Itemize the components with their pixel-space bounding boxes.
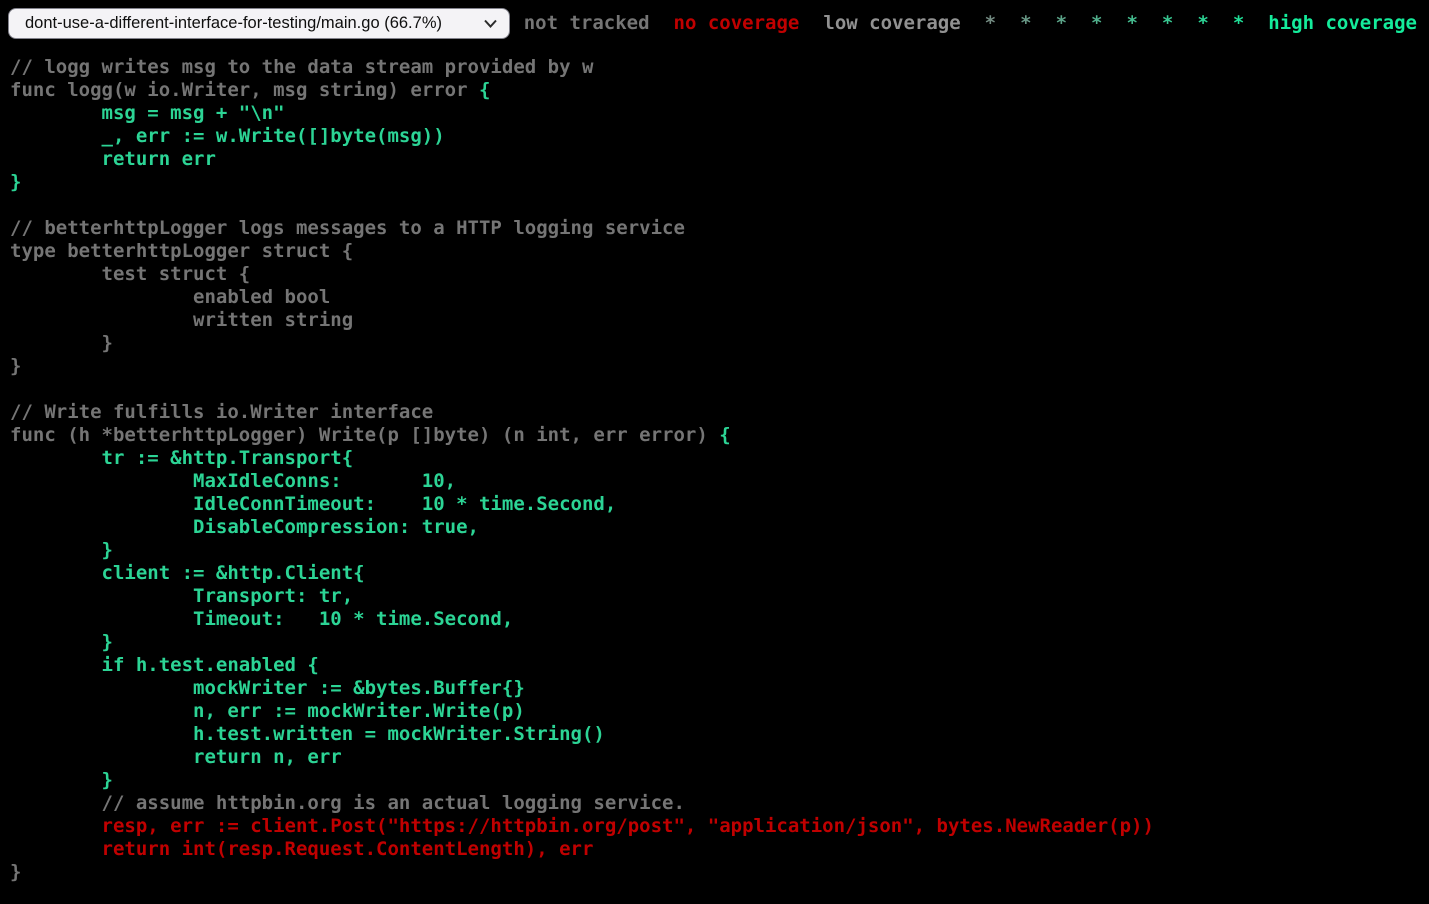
code-line: mockWriter := &bytes.Buffer{}	[10, 677, 525, 699]
code-line: }	[10, 171, 21, 193]
code-segment: msg = msg + "\n"	[10, 102, 285, 124]
code-segment: written string	[10, 309, 353, 331]
code-line: }	[10, 539, 113, 561]
code-line: }	[10, 355, 21, 377]
code-line: enabled bool	[10, 286, 330, 308]
code-segment: MaxIdleConns: 10,	[10, 470, 456, 492]
legend-scale-asterisk: *	[1020, 12, 1031, 34]
code-line: func logg(w io.Writer, msg string) error…	[10, 79, 490, 101]
code-segment: Timeout: 10 * time.Second,	[10, 608, 513, 630]
code-line: }	[10, 631, 113, 653]
code-line: tr := &http.Transport{	[10, 447, 353, 469]
code-line: Transport: tr,	[10, 585, 353, 607]
legend-not-tracked: not tracked	[524, 12, 650, 34]
code-segment: if h.test.enabled {	[10, 654, 319, 676]
chevron-down-icon	[484, 14, 497, 33]
legend-no-coverage: no coverage	[674, 12, 800, 34]
code-segment: return int(resp.Request.ContentLength), …	[10, 838, 593, 860]
code-line: // logg writes msg to the data stream pr…	[10, 56, 593, 78]
code-line: Timeout: 10 * time.Second,	[10, 608, 513, 630]
code-line: return int(resp.Request.ContentLength), …	[10, 838, 593, 860]
code-line: msg = msg + "\n"	[10, 102, 285, 124]
code-segment: resp, err := client.Post("https://httpbi…	[10, 815, 1154, 837]
legend-high-coverage: high coverage	[1268, 12, 1417, 34]
code-segment: }	[10, 332, 113, 354]
code-line: IdleConnTimeout: 10 * time.Second,	[10, 493, 616, 515]
code-line: // Write fulfills io.Writer interface	[10, 401, 433, 423]
code-line: client := &http.Client{	[10, 562, 365, 584]
code-line: // assume httpbin.org is an actual loggi…	[10, 792, 685, 814]
code-line: type betterhttpLogger struct {	[10, 240, 353, 262]
legend-scale-asterisk: *	[1091, 12, 1102, 34]
code-line: DisableCompression: true,	[10, 516, 479, 538]
file-selector[interactable]: dont-use-a-different-interface-for-testi…	[8, 8, 510, 39]
code-segment: _, err := w.Write([]byte(msg))	[10, 125, 445, 147]
code-segment: type betterhttpLogger struct {	[10, 240, 353, 262]
code-line: if h.test.enabled {	[10, 654, 319, 676]
legend-coverage-scale: * * * * * * * *	[973, 12, 1257, 34]
code-segment: {	[719, 424, 730, 446]
code-line: written string	[10, 309, 353, 331]
code-segment: }	[10, 631, 113, 653]
code-line: }	[10, 861, 21, 883]
code-segment: // logg writes msg to the data stream pr…	[10, 56, 593, 78]
code-segment: // assume httpbin.org is an actual loggi…	[10, 792, 685, 814]
legend-scale-asterisk: *	[1056, 12, 1067, 34]
code-segment: IdleConnTimeout: 10 * time.Second,	[10, 493, 616, 515]
code-segment: Transport: tr,	[10, 585, 353, 607]
code-segment: test struct {	[10, 263, 250, 285]
code-segment: return n, err	[10, 746, 342, 768]
legend-scale-asterisk: *	[1197, 12, 1208, 34]
code-segment: }	[10, 539, 113, 561]
code-segment: func (h *betterhttpLogger) Write(p []byt…	[10, 424, 719, 446]
code-segment: func logg(w io.Writer, msg string) error	[10, 79, 479, 101]
source-code-view: // logg writes msg to the data stream pr…	[0, 56, 1429, 884]
legend-low-coverage: low coverage	[823, 12, 960, 34]
code-segment: enabled bool	[10, 286, 330, 308]
code-line: resp, err := client.Post("https://httpbi…	[10, 815, 1154, 837]
code-line: func (h *betterhttpLogger) Write(p []byt…	[10, 424, 731, 446]
code-segment: }	[10, 355, 21, 377]
topbar: dont-use-a-different-interface-for-testi…	[0, 0, 1429, 46]
file-selector-value: dont-use-a-different-interface-for-testi…	[25, 14, 442, 33]
code-segment: return err	[10, 148, 216, 170]
code-line: }	[10, 769, 113, 791]
code-segment: }	[10, 769, 113, 791]
code-segment: tr := &http.Transport{	[10, 447, 353, 469]
code-segment: n, err := mockWriter.Write(p)	[10, 700, 525, 722]
code-segment: }	[10, 171, 21, 193]
code-segment: h.test.written = mockWriter.String()	[10, 723, 605, 745]
code-segment: DisableCompression: true,	[10, 516, 479, 538]
code-line: return n, err	[10, 746, 342, 768]
code-segment: }	[10, 861, 21, 883]
code-line: test struct {	[10, 263, 250, 285]
legend-scale-asterisk: *	[1126, 12, 1137, 34]
code-line: h.test.written = mockWriter.String()	[10, 723, 605, 745]
code-line: // betterhttpLogger logs messages to a H…	[10, 217, 685, 239]
code-segment: mockWriter := &bytes.Buffer{}	[10, 677, 525, 699]
code-line: n, err := mockWriter.Write(p)	[10, 700, 525, 722]
legend-scale-asterisk: *	[985, 12, 996, 34]
coverage-legend: not tracked no coverage low coverage ***…	[512, 12, 1429, 34]
code-segment: // betterhttpLogger logs messages to a H…	[10, 217, 685, 239]
legend-scale-asterisk: *	[1233, 12, 1244, 34]
code-segment: client := &http.Client{	[10, 562, 365, 584]
code-line: MaxIdleConns: 10,	[10, 470, 456, 492]
code-segment: // Write fulfills io.Writer interface	[10, 401, 433, 423]
code-line: return err	[10, 148, 216, 170]
legend-scale-asterisk: *	[1162, 12, 1173, 34]
code-line: }	[10, 332, 113, 354]
code-line: _, err := w.Write([]byte(msg))	[10, 125, 445, 147]
code-segment: {	[479, 79, 490, 101]
